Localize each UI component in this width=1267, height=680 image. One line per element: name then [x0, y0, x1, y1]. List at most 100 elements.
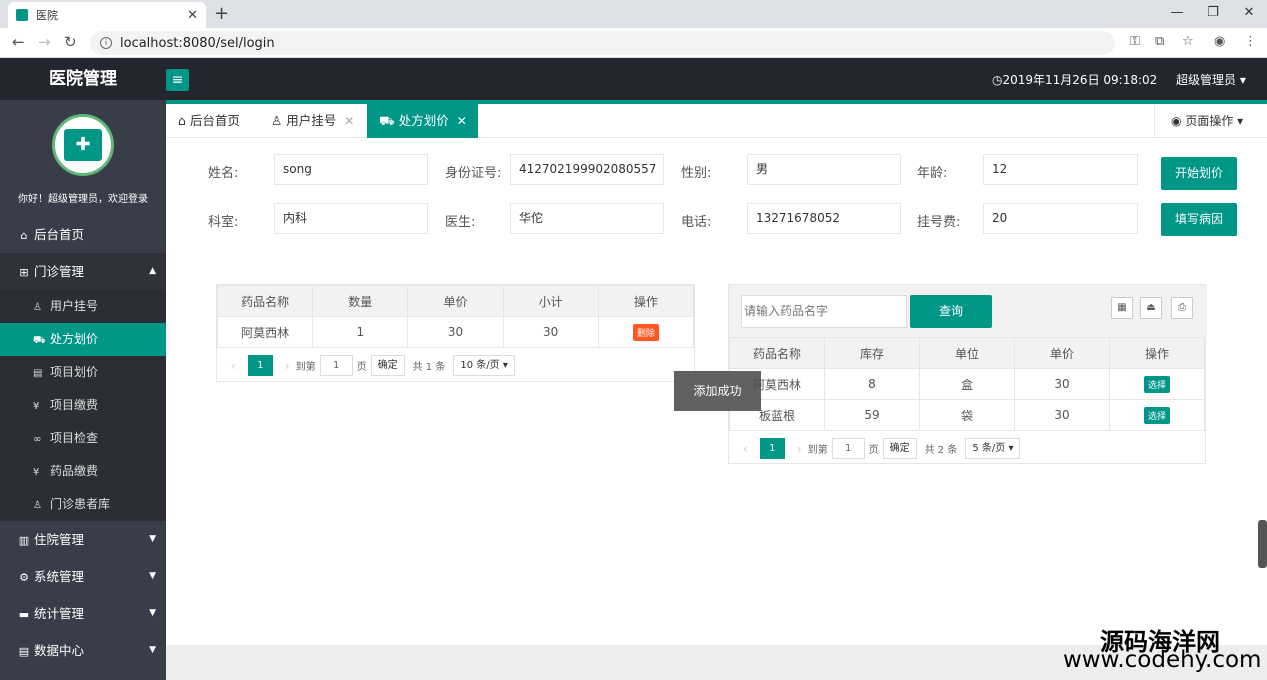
left-pager: ‹ 1 › 到第 1 页 确定 共 1 条 10 条/页 ▾: [225, 355, 519, 376]
doctor-field[interactable]: 华佗: [510, 203, 664, 234]
close-tab-icon[interactable]: ✕: [187, 8, 198, 23]
info-icon[interactable]: i: [100, 37, 112, 49]
address-bar[interactable]: i localhost:8080/sel/login: [90, 31, 1115, 55]
fill-cause-button[interactable]: 填写病因: [1161, 203, 1237, 236]
id-label: 身份证号:: [445, 166, 502, 181]
reload-icon[interactable]: ↻: [64, 33, 77, 51]
columns-icon[interactable]: ▦: [1111, 297, 1133, 319]
dept-field[interactable]: 内科: [274, 203, 428, 234]
search-button[interactable]: 查询: [910, 295, 992, 328]
dept-label: 科室:: [208, 215, 239, 230]
export-icon[interactable]: ⏏: [1140, 297, 1162, 319]
sidebar-item-stats[interactable]: ▬ 统计管理 ▼: [0, 595, 166, 632]
phone-field[interactable]: 13271678052: [747, 203, 901, 234]
cell-price: 30: [407, 316, 504, 348]
page-button[interactable]: 1: [247, 355, 273, 376]
print-icon[interactable]: ⎙: [1171, 297, 1193, 319]
hospital-icon: ✚: [64, 129, 102, 161]
confirm-button[interactable]: 确定: [370, 355, 405, 376]
start-pricing-button[interactable]: 开始划价: [1161, 157, 1237, 190]
page-size-value: 5 条/页: [972, 443, 1006, 454]
col-header: 单价: [407, 285, 504, 317]
prev-page-icon[interactable]: ‹: [743, 442, 748, 456]
sidebar-item-inpatient[interactable]: ▥ 住院管理 ▼: [0, 521, 166, 558]
browser-tab[interactable]: 医院 ✕: [8, 2, 206, 28]
cell-action: 选择: [1109, 368, 1205, 400]
table-header: 药品名称 数量 单价 小计 操作: [216, 285, 695, 317]
cart-icon: ⛟: [379, 113, 395, 128]
sidebar-sub-registration[interactable]: ♙ 用户挂号: [0, 290, 166, 323]
age-label: 年龄:: [917, 166, 948, 181]
user-menu[interactable]: 超级管理员 ▾: [1176, 71, 1246, 88]
sidebar-sub-patient-db[interactable]: ♙ 门诊患者库: [0, 488, 166, 521]
name-field[interactable]: song: [274, 154, 428, 185]
sidebar-sub-item-check[interactable]: ∞ 项目检查: [0, 422, 166, 455]
close-window-icon[interactable]: ✕: [1231, 0, 1267, 26]
next-page-icon[interactable]: ›: [285, 359, 290, 373]
select-button[interactable]: 选择: [1143, 375, 1170, 393]
sidebar-sub-prescription[interactable]: ⛟ 处方划价: [0, 323, 166, 356]
app-logo: 医院管理: [49, 69, 117, 89]
minimize-icon[interactable]: —: [1159, 0, 1195, 26]
key-icon[interactable]: ⚿: [1130, 34, 1140, 49]
goto-label: 到第: [807, 445, 828, 456]
medicine-search-input[interactable]: 请输入药品名字: [741, 295, 907, 328]
menu-icon[interactable]: ⋮: [1244, 34, 1257, 49]
sidebar-item-label: 项目缴费: [50, 398, 99, 412]
user-name: 超级管理员: [1176, 73, 1237, 87]
close-icon[interactable]: ✕: [457, 114, 467, 128]
prev-page-icon[interactable]: ‹: [231, 359, 236, 373]
page-ops-dropdown[interactable]: ◉ 页面操作 ▾: [1154, 104, 1267, 138]
sidebar-item-clinic[interactable]: ⊞ 门诊管理 ▲: [0, 253, 166, 290]
account-icon[interactable]: ◉: [1214, 34, 1225, 49]
sidebar-item-label: 门诊患者库: [50, 497, 111, 511]
table-row: 阿莫西林 1 30 30 删除: [216, 316, 695, 348]
page-size-select[interactable]: 5 条/页 ▾: [965, 438, 1021, 459]
gender-field[interactable]: 男: [747, 154, 901, 185]
page-size-select[interactable]: 10 条/页 ▾: [453, 355, 515, 376]
star-icon[interactable]: ☆: [1182, 34, 1194, 49]
side-handle[interactable]: [1258, 520, 1267, 568]
medicine-table: 药品名称 库存 单位 单价 操作 阿莫西林 8 盒 30 选择 板蓝根 59 袋…: [729, 337, 1205, 431]
new-tab-icon[interactable]: +: [214, 3, 229, 24]
tab-registration[interactable]: ♙ 用户挂号 ✕: [259, 104, 367, 138]
forward-icon[interactable]: →: [38, 33, 51, 51]
sidebar-sub-drug-payment[interactable]: ¥ 药品缴费: [0, 455, 166, 488]
chevron-down-icon: ▼: [149, 571, 156, 581]
tab-prescription[interactable]: ⛟ 处方划价 ✕: [367, 104, 478, 138]
sidebar-toggle-icon[interactable]: ≡: [166, 69, 189, 91]
confirm-button[interactable]: 确定: [882, 438, 917, 459]
age-field[interactable]: 12: [983, 154, 1138, 185]
back-icon[interactable]: ←: [12, 33, 25, 51]
grid-icon: ⊞: [19, 266, 29, 279]
id-field[interactable]: 412702199902080557: [510, 154, 664, 185]
page-button[interactable]: 1: [759, 438, 785, 459]
goto-label: 到第: [295, 362, 316, 373]
toast-message: 添加成功: [674, 371, 761, 411]
cell-price: 30: [1014, 399, 1110, 431]
translate-icon[interactable]: ⧉: [1155, 34, 1164, 49]
next-page-icon[interactable]: ›: [797, 442, 802, 456]
cell-unit: 袋: [919, 399, 1015, 431]
sidebar-item-system[interactable]: ⚙ 系统管理 ▼: [0, 558, 166, 595]
goto-page-input[interactable]: 1: [319, 355, 353, 376]
cart-icon: ⛟: [33, 335, 46, 346]
sidebar-sub-item-pricing[interactable]: ▤ 项目划价: [0, 356, 166, 389]
select-button[interactable]: 选择: [1143, 406, 1170, 424]
maximize-icon[interactable]: ❐: [1195, 0, 1231, 26]
cell-qty: 1: [312, 316, 409, 348]
delete-button[interactable]: 删除: [632, 323, 659, 341]
goto-page-input[interactable]: 1: [831, 438, 865, 459]
close-icon[interactable]: ✕: [344, 114, 354, 128]
chevron-down-icon: ▼: [149, 645, 156, 655]
sidebar-sub-item-payment[interactable]: ¥ 项目缴费: [0, 389, 166, 422]
building-icon: ▥: [18, 534, 30, 547]
tab-home[interactable]: ⌂ 后台首页: [166, 104, 259, 138]
total-label: 共 2 条: [924, 445, 958, 456]
sidebar-item-home[interactable]: ⌂ 后台首页: [0, 216, 166, 253]
page-size-value: 10 条/页: [460, 360, 500, 371]
sidebar-item-data[interactable]: ▤ 数据中心 ▼: [0, 632, 166, 669]
gender-label: 性别:: [681, 166, 712, 181]
table-row: 板蓝根 59 袋 30 选择: [729, 399, 1205, 431]
fee-field[interactable]: 20: [983, 203, 1138, 234]
